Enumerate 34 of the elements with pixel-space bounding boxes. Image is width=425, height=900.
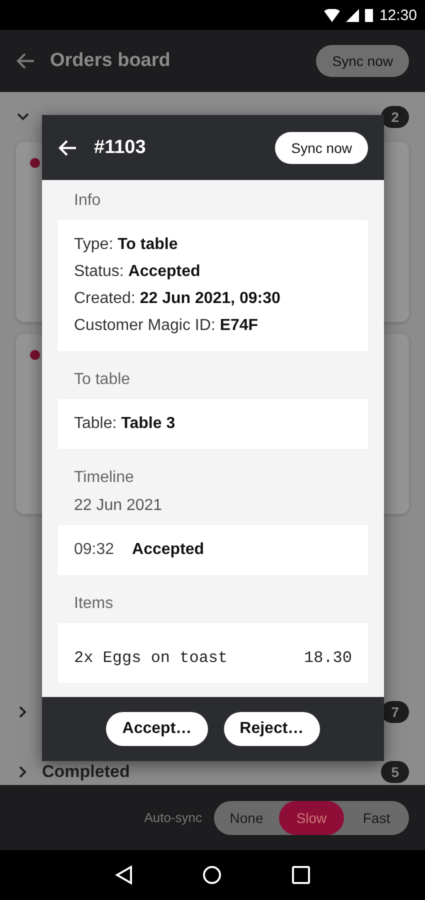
item-name: 2x Eggs on toast xyxy=(74,649,228,667)
section-heading: Timeline xyxy=(73,468,135,488)
field-line: Created: 22 Jun 2021, 09:30 xyxy=(74,290,282,308)
item-price: 18.30 xyxy=(304,649,352,667)
sync-now-button[interactable]: Sync now xyxy=(316,45,409,77)
event-time: 09:32 xyxy=(74,541,114,559)
wifi-icon xyxy=(324,8,340,22)
section-heading: Info xyxy=(73,191,102,211)
back-icon[interactable] xyxy=(114,865,133,885)
page-title: Orders board xyxy=(50,50,172,72)
sync-now-button[interactable]: Sync now xyxy=(275,132,368,164)
field-line: Type: To table xyxy=(74,236,179,254)
count-badge: 5 xyxy=(381,761,409,783)
recents-icon[interactable] xyxy=(292,866,310,884)
field-line: Status: Accepted xyxy=(74,263,202,281)
section-heading: To table xyxy=(73,370,132,390)
action-button[interactable]: Reject… xyxy=(224,712,320,746)
field-line: Customer Magic ID: E74F xyxy=(74,317,260,335)
section-heading: Items xyxy=(73,594,114,614)
field-line: Table: Table 3 xyxy=(74,415,176,433)
clock-time: 12:30 xyxy=(379,6,417,24)
action-button[interactable]: Accept… xyxy=(106,712,208,746)
sync-option[interactable]: Fast xyxy=(344,800,409,834)
sync-option[interactable]: None xyxy=(214,800,279,834)
sync-option[interactable]: Slow xyxy=(279,800,344,834)
home-icon[interactable] xyxy=(202,865,222,885)
signal-icon xyxy=(346,8,360,22)
section-label: Completed xyxy=(42,762,131,782)
event-status: Accepted xyxy=(132,541,204,559)
timeline-date: 22 Jun 2021 xyxy=(73,497,164,516)
auto-sync-label: Auto-sync xyxy=(144,810,202,825)
order-number: #1103 xyxy=(94,136,147,158)
count-badge: 2 xyxy=(381,106,409,128)
battery-icon xyxy=(365,8,374,22)
